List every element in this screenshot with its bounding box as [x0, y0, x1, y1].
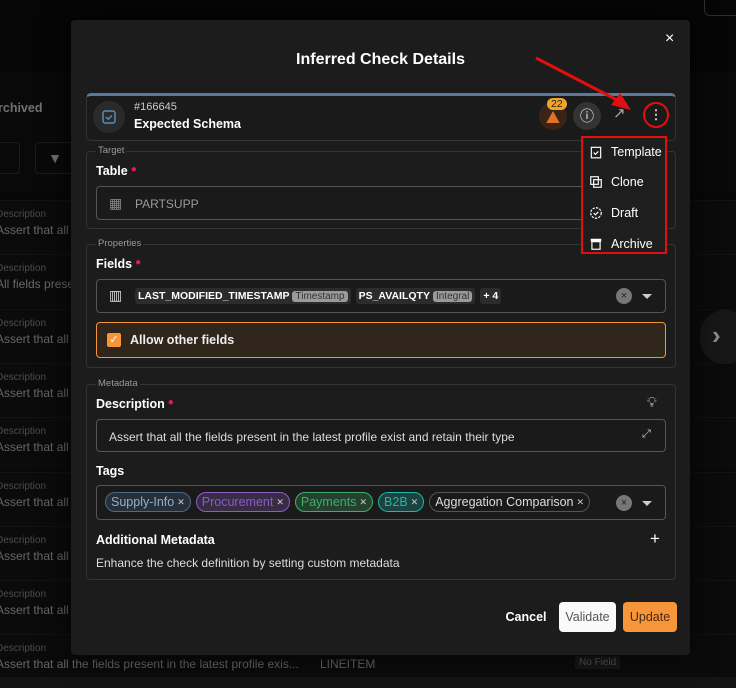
tag-chip[interactable]: Payments ✕ [294, 492, 374, 512]
chevron-down-icon[interactable] [642, 501, 652, 506]
description-label: Description [96, 397, 165, 411]
more-options-menu: Template Clone Draft Archive [581, 136, 667, 254]
allow-other-label: Allow other fields [130, 333, 235, 347]
archive-icon [590, 238, 602, 250]
check-type-icon [93, 101, 125, 133]
checkbox-checked-icon[interactable]: ✓ [107, 333, 121, 347]
field-chip: PS_AVAILQTY Integral [355, 288, 476, 304]
description-value: Assert that all the fields present in th… [109, 430, 515, 444]
check-id: #166645 [134, 101, 177, 113]
field-chip: LAST_MODIFIED_TIMESTAMP Timestamp [135, 288, 351, 304]
fields-select[interactable]: ▥ LAST_MODIFIED_TIMESTAMP Timestamp PS_AV… [96, 279, 666, 313]
target-legend: Target [96, 145, 127, 156]
tag-chip[interactable]: Supply-Info ✕ [105, 492, 191, 512]
menu-item-archive[interactable]: Archive [589, 237, 653, 251]
close-button[interactable]: × [665, 30, 674, 48]
tags-select[interactable]: Supply-Info ✕ Procurement ✕ Payments ✕ B2B ✕ Agg… [96, 485, 666, 520]
tags-label: Tags [96, 464, 125, 478]
more-fields-chip[interactable]: + 4 [480, 288, 502, 304]
metadata-legend: Metadata [96, 378, 140, 389]
properties-legend: Properties [96, 238, 144, 249]
validate-button[interactable]: Validate [559, 602, 616, 632]
check-name: Expected Schema [134, 117, 241, 131]
remove-tag-icon[interactable]: ✕ [577, 497, 585, 508]
clear-fields-icon[interactable]: × [616, 288, 632, 304]
clear-tags-icon[interactable]: × [616, 495, 632, 511]
menu-item-clone[interactable]: Clone [589, 175, 644, 189]
chevron-down-icon[interactable] [642, 294, 652, 299]
allow-other-fields-checkbox[interactable]: ✓ Allow other fields [96, 322, 666, 358]
fields-label: Fields [96, 257, 133, 271]
menu-item-template[interactable]: Template [589, 145, 662, 159]
draft-circle-icon [590, 207, 602, 219]
clipboard-check-icon [590, 146, 602, 159]
table-label: Table [96, 164, 128, 178]
tag-chip[interactable]: B2B ✕ [378, 492, 425, 512]
add-metadata-icon[interactable]: + [650, 529, 660, 549]
check-details-modal: Inferred Check Details × #166645 Expecte… [71, 20, 690, 655]
table-icon: ▦ [109, 195, 123, 211]
remove-tag-icon[interactable]: ✕ [276, 497, 284, 508]
clone-icon [590, 176, 602, 188]
remove-tag-icon[interactable]: ✕ [177, 497, 185, 508]
annotation-arrow-icon [535, 56, 631, 110]
table-value: PARTSUPP [135, 197, 199, 211]
remove-tag-icon[interactable]: ✕ [411, 497, 419, 508]
properties-section: Properties Fields ● ▥ LAST_MODIFIED_TIMES… [86, 238, 676, 368]
update-button[interactable]: Update [623, 602, 677, 632]
more-options-button[interactable]: ⋮ [643, 102, 669, 128]
additional-metadata-hint: Enhance the check definition by setting … [96, 556, 400, 570]
lightbulb-icon[interactable]: 💡︎ [647, 394, 657, 411]
menu-item-draft[interactable]: Draft [589, 206, 638, 220]
description-input[interactable]: Assert that all the fields present in th… [96, 419, 666, 452]
columns-icon: ▥ [109, 287, 123, 303]
tag-chip[interactable]: Aggregation Comparison ✕ [429, 492, 591, 512]
cancel-button[interactable]: Cancel [501, 602, 551, 632]
expand-icon[interactable]: ⤢ [642, 428, 651, 441]
remove-tag-icon[interactable]: ✕ [359, 497, 367, 508]
tag-chip[interactable]: Procurement ✕ [195, 492, 290, 512]
additional-metadata-label: Additional Metadata [96, 533, 215, 547]
metadata-section: Metadata Description ● 💡︎ Assert that all… [86, 378, 676, 580]
